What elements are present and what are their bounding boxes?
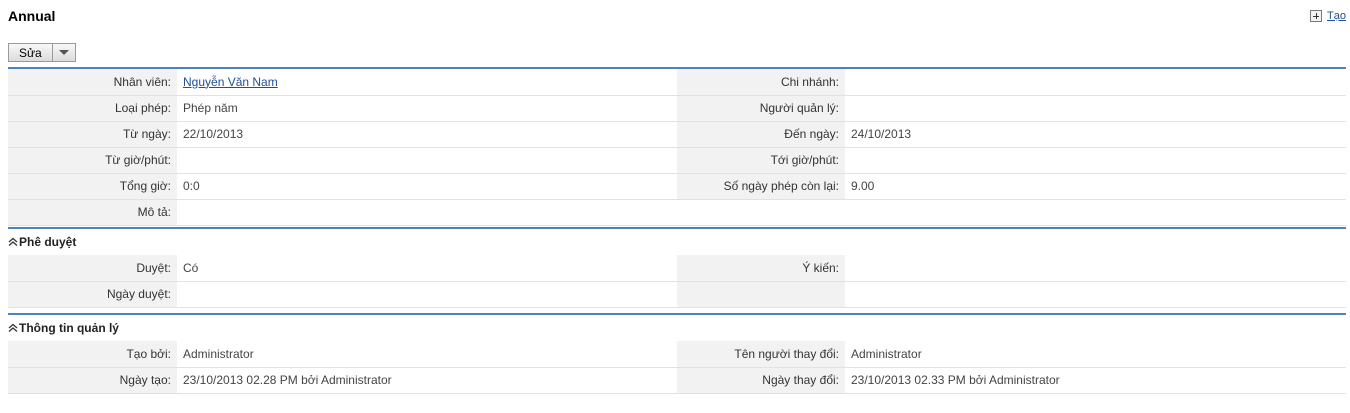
table-row: Duyệt: Có Ý kiến: <box>8 255 1346 282</box>
field-label: Duyệt: <box>8 255 177 282</box>
table-row: Nhân viên: Nguyễn Văn Nam Chi nhánh: <box>8 69 1346 96</box>
table-row: Từ giờ/phút: Tới giờ/phút: <box>8 147 1346 174</box>
approval-table: Duyệt: Có Ý kiến: Ngày duyệt: <box>8 255 1346 308</box>
table-row: Từ ngày: 22/10/2013 Đến ngày: 24/10/2013 <box>8 121 1346 148</box>
field-value: 23/10/2013 02.33 PM bởi Administrator <box>845 367 1346 394</box>
approval-section-title: Phê duyệt <box>19 235 77 249</box>
create-link-group[interactable]: Tạo <box>1310 10 1346 22</box>
field-label: Tổng giờ: <box>8 173 177 200</box>
field-value: Administrator <box>177 341 677 368</box>
field-label: Chi nhánh: <box>677 69 845 96</box>
field-label: Người quản lý: <box>677 95 845 122</box>
field-value <box>845 147 1346 174</box>
table-row: Tổng giờ: 0:0 Số ngày phép còn lại: 9.00 <box>8 173 1346 200</box>
field-value <box>845 69 1346 96</box>
approval-section-header[interactable]: Phê duyệt <box>8 229 1346 255</box>
field-label: Loại phép: <box>8 95 177 122</box>
field-label: Ngày thay đổi: <box>677 367 845 394</box>
details-section: Nhân viên: Nguyễn Văn Nam Chi nhánh: Loạ… <box>8 67 1346 226</box>
table-row: Tạo bởi: Administrator Tên người thay đổ… <box>8 341 1346 368</box>
field-value: Có <box>177 255 677 282</box>
field-label: Từ ngày: <box>8 121 177 148</box>
field-value: 9.00 <box>845 173 1346 200</box>
plus-icon[interactable] <box>1310 10 1323 22</box>
table-row: Mô tả: <box>8 199 1346 226</box>
field-label: Số ngày phép còn lại: <box>677 173 845 200</box>
field-value: 23/10/2013 02.28 PM bởi Administrator <box>177 367 677 394</box>
table-row: Ngày tạo: 23/10/2013 02.28 PM bởi Admini… <box>8 367 1346 394</box>
field-label <box>677 281 845 308</box>
admin-section-header[interactable]: Thông tin quản lý <box>8 315 1346 341</box>
table-row: Ngày duyệt: <box>8 281 1346 308</box>
field-value <box>177 147 677 174</box>
double-chevron-up-icon[interactable] <box>8 323 18 333</box>
employee-link[interactable]: Nguyễn Văn Nam <box>183 75 278 89</box>
approval-section: Phê duyệt Duyệt: Có Ý kiến: Ngày duyệt: <box>8 227 1346 308</box>
field-label: Tới giờ/phút: <box>677 147 845 174</box>
chevron-down-icon <box>58 50 69 55</box>
field-value: Phép năm <box>177 95 677 122</box>
field-label: Tạo bởi: <box>8 341 177 368</box>
field-label: Ngày duyệt: <box>8 281 177 308</box>
admin-section-title: Thông tin quản lý <box>19 321 119 335</box>
page-title: Annual <box>8 8 56 24</box>
field-value: Administrator <box>845 341 1346 368</box>
edit-dropdown-button[interactable] <box>53 44 75 61</box>
details-table: Nhân viên: Nguyễn Văn Nam Chi nhánh: Loạ… <box>8 69 1346 226</box>
field-label: Ngày tạo: <box>8 367 177 394</box>
field-value <box>845 281 1346 308</box>
admin-info-section: Thông tin quản lý Tạo bởi: Administrator… <box>8 313 1346 394</box>
field-value: 22/10/2013 <box>177 121 677 148</box>
employee-value: Nguyễn Văn Nam <box>177 69 677 96</box>
field-value: 24/10/2013 <box>845 121 1346 148</box>
admin-table: Tạo bởi: Administrator Tên người thay đổ… <box>8 341 1346 394</box>
create-link[interactable]: Tạo <box>1327 10 1346 22</box>
table-row: Loại phép: Phép năm Người quản lý: <box>8 95 1346 122</box>
edit-split-button[interactable]: Sửa <box>8 43 76 62</box>
field-label: Nhân viên: <box>8 69 177 96</box>
field-value <box>845 95 1346 122</box>
field-value <box>177 281 677 308</box>
field-label: Đến ngày: <box>677 121 845 148</box>
field-label: Ý kiến: <box>677 255 845 282</box>
field-value <box>177 199 1346 226</box>
field-label: Từ giờ/phút: <box>8 147 177 174</box>
field-label: Mô tả: <box>8 199 177 226</box>
field-value: 0:0 <box>177 173 677 200</box>
field-label: Tên người thay đổi: <box>677 341 845 368</box>
double-chevron-up-icon[interactable] <box>8 237 18 247</box>
edit-button[interactable]: Sửa <box>9 44 53 61</box>
field-value <box>845 255 1346 282</box>
